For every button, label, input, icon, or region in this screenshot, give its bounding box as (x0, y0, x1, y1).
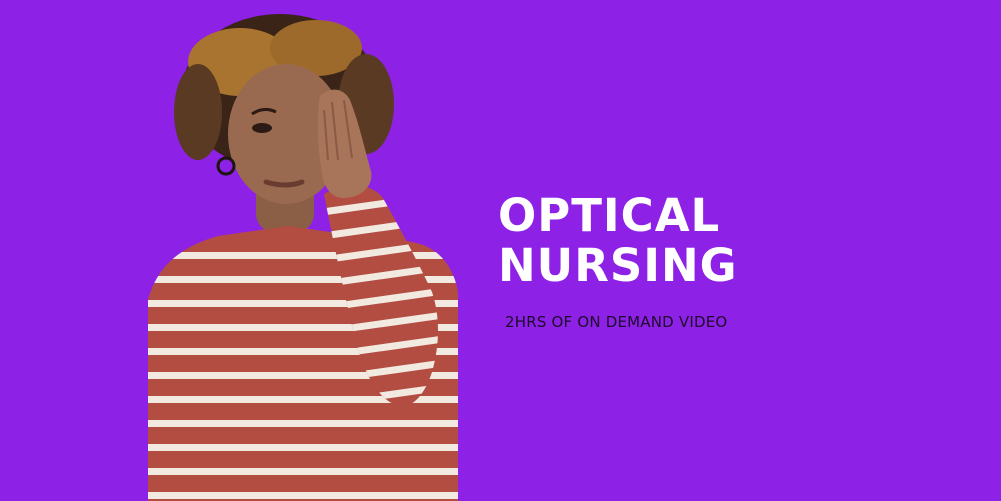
course-banner: OPTICAL NURSING 2HRS OF ON DEMAND VIDEO (0, 0, 1001, 501)
course-title-line-2: NURSING (498, 239, 738, 292)
course-duration-subtitle: 2HRS OF ON DEMAND VIDEO (505, 313, 728, 331)
person-covering-eye-photo (148, 14, 458, 501)
course-title-line-1: OPTICAL (498, 189, 721, 242)
course-title: OPTICAL NURSING (498, 191, 738, 291)
